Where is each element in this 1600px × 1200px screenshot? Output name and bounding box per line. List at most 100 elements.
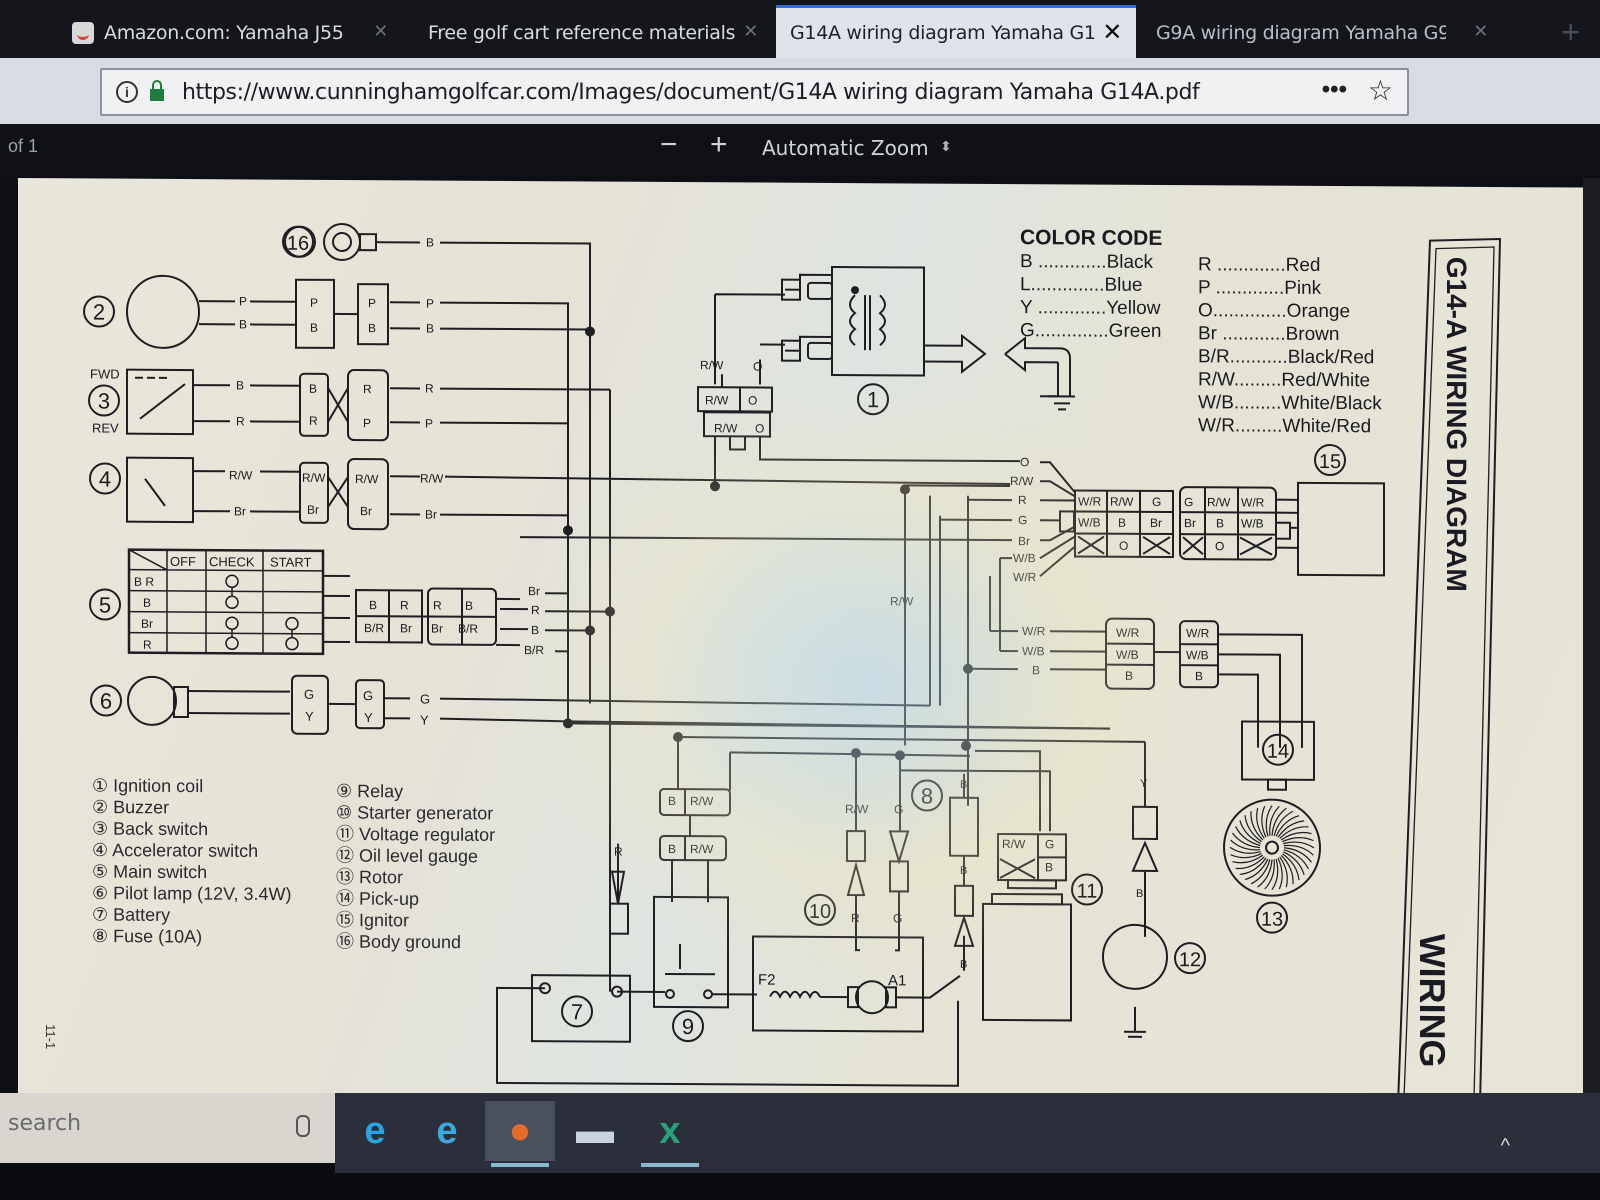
- tab-strip: Amazon.com: Yamaha J55-8 ✕ Free golf car…: [0, 0, 1600, 58]
- zoom-select[interactable]: Automatic Zoom: [762, 136, 929, 160]
- wire-label: R: [236, 414, 245, 428]
- wire-label: G: [304, 687, 314, 702]
- pdf-toolbar: of 1 − + Automatic Zoom ⬍: [0, 124, 1600, 176]
- wire-label: R/W: [890, 594, 914, 608]
- legend-item: ① Ignition coil: [92, 775, 203, 796]
- tab-amazon[interactable]: Amazon.com: Yamaha J55-8 ✕: [72, 8, 402, 58]
- col-off: OFF: [170, 554, 196, 569]
- wire-label: P: [425, 416, 433, 430]
- row-br: B R: [134, 575, 154, 589]
- wire-label: R/W: [1110, 495, 1134, 509]
- wire-label: R/W: [229, 468, 253, 482]
- wire-label: O: [1215, 539, 1224, 553]
- address-bar[interactable]: i https://www.cunninghamgolfcar.com/Imag…: [100, 68, 1409, 116]
- wire-label: R/W: [690, 794, 714, 808]
- terminal-label: F2: [758, 972, 776, 989]
- wire-label: Br: [431, 622, 443, 636]
- wire-label: R/W: [355, 472, 379, 486]
- wire-label: B: [1032, 663, 1040, 677]
- wire-label: R/W: [845, 802, 869, 816]
- junctions: [563, 286, 973, 761]
- component-number: 14: [1262, 733, 1294, 766]
- component-number: 9: [672, 1010, 704, 1043]
- tray-chevron-icon[interactable]: ^: [1501, 1135, 1510, 1158]
- taskbar-apps: e e ● ▬ x: [335, 1093, 1600, 1173]
- new-tab-button[interactable]: +: [1561, 14, 1580, 51]
- component-number: 10: [804, 893, 836, 926]
- close-tab-icon[interactable]: ✕: [1473, 21, 1488, 42]
- screen-edge: [1583, 178, 1600, 1178]
- tab-g14a[interactable]: G14A wiring diagram Yamaha G14A ✕: [776, 5, 1136, 58]
- wire-label: R: [433, 599, 442, 613]
- color-code-entry: W/B.........White/Black: [1198, 392, 1382, 414]
- component-number: 8: [911, 779, 943, 812]
- wire-label: G: [363, 688, 373, 703]
- component-number: 6: [90, 684, 122, 717]
- component-number: 13: [1256, 901, 1288, 934]
- zoom-out-button[interactable]: −: [660, 128, 678, 162]
- wire-label: B: [465, 599, 473, 613]
- rotor-fin: [1230, 853, 1262, 859]
- site-info-icon[interactable]: i: [116, 81, 138, 103]
- col-start: START: [270, 555, 311, 570]
- tab-g9a[interactable]: G9A wiring diagram Yamaha G9A ✕: [1142, 8, 1502, 58]
- zoom-in-button[interactable]: +: [710, 128, 728, 162]
- legend-item: ⑮ Ignitor: [336, 910, 409, 930]
- wire-label: R: [425, 381, 434, 395]
- wire-label: B: [236, 378, 244, 392]
- page-number: 11-1: [43, 1024, 58, 1049]
- wire-label: O: [748, 393, 757, 407]
- tab-golf-reference[interactable]: Free golf cart reference materials ✕: [412, 8, 772, 58]
- excel-icon[interactable]: x: [635, 1101, 705, 1167]
- amazon-icon: [72, 22, 94, 44]
- legend-item: ⑧ Fuse (10A): [92, 926, 202, 947]
- legend-item: ③ Back switch: [92, 818, 208, 839]
- wire-label: B: [668, 842, 676, 856]
- tab-label: G14A wiring diagram Yamaha G14A: [790, 22, 1095, 44]
- bookmark-star-icon[interactable]: ☆: [1368, 74, 1393, 107]
- close-tab-icon[interactable]: ✕: [743, 21, 758, 42]
- running-indicator: [641, 1163, 699, 1167]
- zoom-select-arrow-icon[interactable]: ⬍: [940, 138, 952, 155]
- wire-label: B/R: [364, 621, 384, 635]
- wire-label: G: [894, 802, 903, 816]
- file-explorer-icon[interactable]: ▬: [560, 1101, 630, 1161]
- wire-label: G: [1152, 495, 1161, 509]
- wire-label: P: [426, 296, 434, 310]
- legend-item: ⑯ Body ground: [336, 931, 461, 952]
- wire-label: R: [614, 845, 623, 859]
- wire-label: R/W: [700, 358, 724, 372]
- wire-label: G: [1184, 495, 1193, 509]
- internet-explorer-icon[interactable]: e: [412, 1101, 482, 1161]
- svg-text:3: 3: [98, 388, 110, 413]
- wire-label: R/W: [690, 842, 714, 856]
- legend-item: ④ Accelerator switch: [92, 840, 258, 861]
- microphone-icon[interactable]: [296, 1115, 310, 1137]
- edge-icon[interactable]: e: [340, 1101, 410, 1161]
- row-r: R: [143, 638, 152, 652]
- svg-text:8: 8: [921, 784, 933, 809]
- wire-label: Y: [305, 709, 314, 724]
- taskbar-search[interactable]: search: [0, 1093, 335, 1163]
- wire-label: R/W: [302, 471, 326, 485]
- legend-item: ⑪ Voltage regulator: [336, 824, 495, 845]
- firefox-icon[interactable]: ●: [485, 1101, 555, 1167]
- rotor-fin: [1283, 844, 1314, 856]
- color-code-entry: O..............Orange: [1198, 300, 1350, 322]
- wire-label: W/B: [1022, 644, 1045, 658]
- rotor-fin: [1235, 826, 1261, 847]
- close-tab-icon[interactable]: ✕: [373, 21, 388, 42]
- wire-label: O: [755, 422, 764, 436]
- page-actions-button[interactable]: •••: [1322, 76, 1347, 104]
- main-switch-table: OFF CHECK START B R B Br R: [127, 548, 325, 656]
- excel-glyph: x: [659, 1109, 681, 1152]
- wire-label: B: [531, 623, 539, 637]
- close-tab-icon[interactable]: ✕: [1102, 18, 1122, 46]
- url-text[interactable]: https://www.cunninghamgolfcar.com/Images…: [182, 80, 1200, 105]
- active-indicator: [491, 1163, 549, 1167]
- component-number: 5: [89, 588, 121, 621]
- wire-label: B/R: [524, 643, 544, 657]
- wire-label: B: [426, 321, 434, 335]
- legend-item: ⑨ Relay: [336, 781, 403, 801]
- legend-item: ⑥ Pilot lamp (12V, 3.4W): [92, 883, 292, 904]
